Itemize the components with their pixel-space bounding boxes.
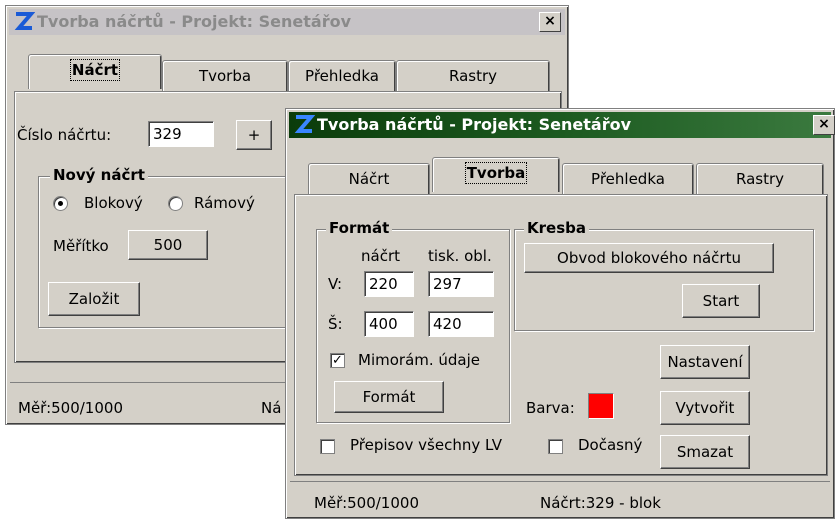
front-status-divider [290,481,830,482]
prepisov-checkbox[interactable] [320,439,335,454]
nastaveni-button[interactable]: Nastavení [660,345,750,379]
back-title-bar[interactable]: Tvorba náčrtů - Projekt: Senetářov × [9,9,565,35]
col-nacrt-header: náčrt [361,247,400,265]
v-tisk-input[interactable]: 297 [428,271,494,297]
back-tab-tvorba[interactable]: Tvorba [162,60,288,91]
vytvorit-button[interactable]: Vytvořit [660,391,750,425]
mimoram-checkbox[interactable]: ✓ [330,353,345,368]
mimoram-label: Mimorám. údaje [358,351,481,369]
start-button[interactable]: Start [682,284,760,318]
app-logo-icon [14,12,35,30]
plus-button[interactable]: + [236,120,272,150]
novy-nacrt-title: Nový náčrt [50,166,148,184]
front-tab-nacrt[interactable]: Náčrt [308,163,430,194]
front-tab-rastry[interactable]: Rastry [696,163,824,194]
row-v-label: V: [328,275,343,293]
barva-color-swatch[interactable] [588,393,614,419]
back-window-title: Tvorba náčrtů - Projekt: Senetářov [37,12,352,31]
s-tisk-input[interactable]: 420 [428,311,494,337]
docasny-label: Dočasný [578,436,643,454]
zalozit-button[interactable]: Založit [48,282,140,316]
v-nacrt-input[interactable]: 220 [364,271,414,297]
back-tab-prehledka[interactable]: Přehledka [288,60,396,91]
meritko-dropdown[interactable]: 500 [128,230,208,260]
prepisov-label: Přepisov všechny LV [350,436,502,454]
front-title-bar[interactable]: Tvorba náčrtů - Projekt: Senetářov × [289,112,835,138]
radio-ramovy[interactable] [168,196,183,211]
cislo-label: Číslo náčrtu: [17,126,112,144]
s-nacrt-input[interactable]: 400 [364,311,414,337]
radio-blokovy[interactable] [53,196,68,211]
col-tisk-header: tisk. obl. [428,247,492,265]
back-close-icon[interactable]: × [539,12,561,32]
radio-ramovy-label: Rámový [194,194,255,212]
smazat-button[interactable]: Smazat [660,435,750,469]
barva-label: Barva: [526,399,575,417]
front-status-nacrt: Náčrt:329 - blok [540,494,661,512]
front-window-title: Tvorba náčrtů - Projekt: Senetářov [317,115,632,134]
back-tab-rastry[interactable]: Rastry [396,60,550,91]
radio-blokovy-label: Blokový [84,194,143,212]
back-tab-nacrt[interactable]: Náčrt [28,54,162,89]
back-status-scale: Měř:500/1000 [18,399,123,417]
docasny-checkbox[interactable] [548,439,563,454]
cislo-input[interactable]: 329 [148,121,214,147]
meritko-label: Měřítko [53,237,109,255]
front-tab-tvorba[interactable]: Tvorba [432,157,560,192]
front-tab-prehledka[interactable]: Přehledka [562,163,694,194]
back-status-nacrt: Ná [261,399,282,417]
row-s-label: Š: [328,315,343,333]
front-window: Tvorba náčrtů - Projekt: Senetářov × Náč… [285,108,835,519]
front-close-icon[interactable]: × [813,115,835,135]
kresba-group-title: Kresba [524,219,589,237]
app-logo-icon [294,115,315,133]
front-status-scale: Měř:500/1000 [314,494,419,512]
format-group-title: Formát [326,219,393,237]
obvod-button[interactable]: Obvod blokového náčrtu [524,243,774,273]
format-button[interactable]: Formát [334,381,444,413]
